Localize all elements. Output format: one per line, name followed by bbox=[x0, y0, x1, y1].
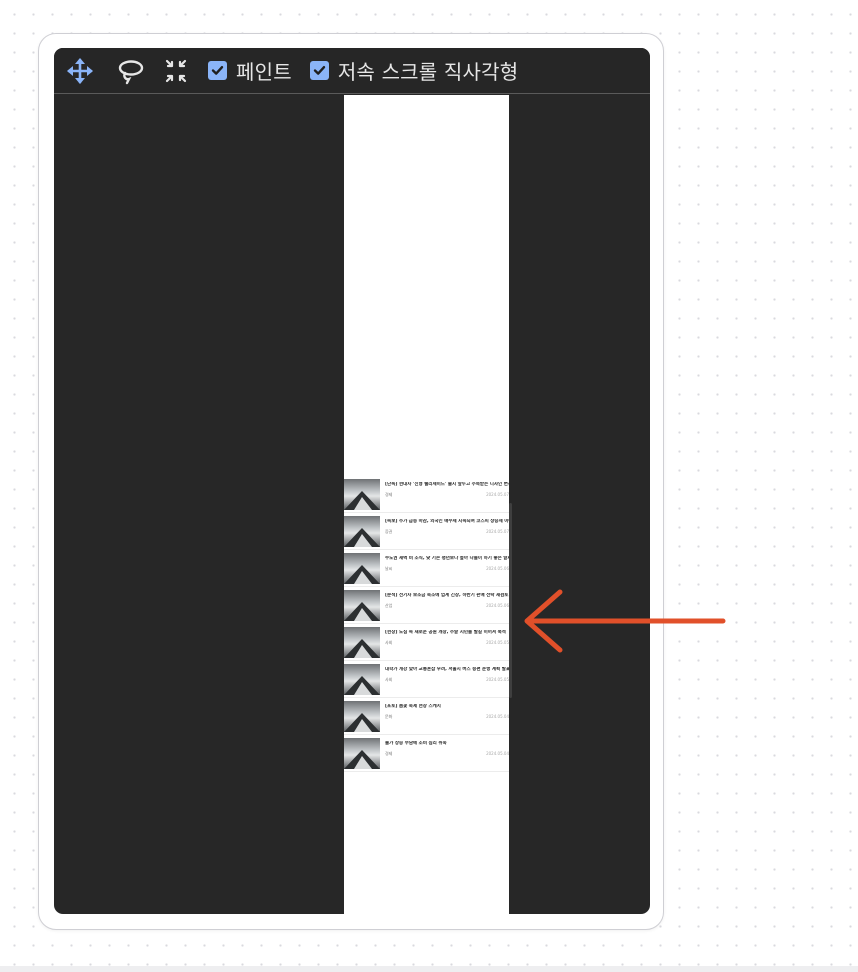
item-date: 2024.05.04 bbox=[486, 751, 509, 756]
list-item[interactable]: 대학가 개강 맞아 교통혼잡 우려, 서울시 버스 증편 운행 계획 발표 사회… bbox=[344, 661, 509, 698]
lasso-icon bbox=[118, 59, 144, 84]
thumbnail-image bbox=[344, 738, 380, 769]
item-title: 수도권 새벽 비 소식, 낮 기온 평년보다 높아 나들이 하기 좋은 날씨 전… bbox=[385, 556, 509, 561]
item-category: 사회 bbox=[385, 677, 393, 682]
preview-scrollbar[interactable] bbox=[509, 503, 512, 698]
move-tool-button[interactable] bbox=[66, 57, 94, 85]
item-category: 경제 bbox=[385, 751, 393, 756]
list-item[interactable]: [분석] 전기차 보조금 축소에 업계 긴장, 하반기 판매 전략 재검토 착수… bbox=[344, 587, 509, 624]
item-title: 대학가 개강 맞아 교통혼잡 우려, 서울시 버스 증편 운행 계획 발표 bbox=[385, 667, 509, 672]
list-item[interactable]: 수도권 새벽 비 소식, 낮 기온 평년보다 높아 나들이 하기 좋은 날씨 전… bbox=[344, 550, 509, 587]
annotation-arrow-icon bbox=[524, 589, 726, 653]
checkmark-icon bbox=[313, 66, 326, 75]
item-category: 날씨 bbox=[385, 566, 393, 571]
item-title: [현장] 도심 속 새로운 공원 개장, 주말 시민들 발길 이어져 북적 bbox=[385, 630, 506, 635]
thumbnail-image bbox=[344, 627, 380, 658]
thumbnail-image bbox=[344, 553, 380, 584]
lasso-tool-button[interactable] bbox=[116, 57, 146, 85]
item-date: 2024.05.05 bbox=[486, 677, 509, 682]
item-date: 2024.05.05 bbox=[486, 640, 509, 645]
thumbnail-image bbox=[344, 664, 380, 695]
item-title: [단독] 현대차 '신형 팰리세이드' 출시 앞두고 주목받는 디자인 변경 사… bbox=[385, 482, 509, 487]
move-icon bbox=[67, 57, 93, 84]
list-item[interactable]: [단독] 현대차 '신형 팰리세이드' 출시 앞두고 주목받는 디자인 변경 사… bbox=[344, 476, 509, 513]
capture-panel: 페인트 저속 스크롤 직사각형 [단독] 현대차 '신형 팰리세이드' 출시 앞… bbox=[54, 48, 650, 914]
capture-toolbar: 페인트 저속 스크롤 직사각형 bbox=[54, 48, 650, 94]
item-date: 2024.05.07 bbox=[486, 529, 509, 534]
item-category: 산업 bbox=[385, 603, 393, 608]
item-date: 2024.05.04 bbox=[486, 714, 509, 719]
thumbnail-image bbox=[344, 479, 380, 510]
list-item[interactable]: [포토] 봄꽃 축제 현장 스케치 문화 2024.05.04 bbox=[344, 698, 509, 735]
paint-toggle[interactable]: 페인트 bbox=[208, 56, 292, 85]
thumbnail-image bbox=[344, 516, 380, 547]
item-date: 2024.05.06 bbox=[486, 603, 509, 608]
news-list: [단독] 현대차 '신형 팰리세이드' 출시 앞두고 주목받는 디자인 변경 사… bbox=[344, 476, 509, 772]
item-title: [포토] 봄꽃 축제 현장 스케치 bbox=[385, 704, 441, 709]
item-date: 2024.05.07 bbox=[486, 492, 509, 497]
collapse-tool-button[interactable] bbox=[164, 57, 188, 85]
item-title: [분석] 전기차 보조금 축소에 업계 긴장, 하반기 판매 전략 재검토 착수 bbox=[385, 593, 509, 598]
scroll-capture-checkbox[interactable] bbox=[309, 61, 329, 80]
thumbnail-image bbox=[344, 701, 380, 732]
list-item[interactable]: [속보] 주가 급등 마감, 외국인 매수세 지속되며 코스피 상승세 이어가 … bbox=[344, 513, 509, 550]
scroll-capture-toggle[interactable]: 저속 스크롤 직사각형 bbox=[309, 56, 519, 85]
list-item[interactable]: 물가 상승 부담에 소비 심리 위축 경제 2024.05.04 bbox=[344, 735, 509, 772]
collapse-icon bbox=[165, 59, 187, 82]
item-title: [속보] 주가 급등 마감, 외국인 매수세 지속되며 코스피 상승세 이어가 bbox=[385, 519, 509, 524]
paint-label: 페인트 bbox=[236, 60, 292, 84]
bottom-strip bbox=[0, 966, 858, 972]
thumbnail-image bbox=[344, 590, 380, 621]
checkmark-icon bbox=[211, 66, 224, 75]
list-item[interactable]: [현장] 도심 속 새로운 공원 개장, 주말 시민들 발길 이어져 북적 사회… bbox=[344, 624, 509, 661]
scroll-capture-label: 저속 스크롤 직사각형 bbox=[337, 60, 519, 84]
captured-page-preview: [단독] 현대차 '신형 팰리세이드' 출시 앞두고 주목받는 디자인 변경 사… bbox=[344, 95, 509, 914]
paint-checkbox[interactable] bbox=[208, 61, 227, 80]
item-category: 경제 bbox=[385, 492, 393, 497]
item-date: 2024.05.06 bbox=[486, 566, 509, 571]
item-category: 증권 bbox=[385, 529, 393, 534]
item-category: 문화 bbox=[385, 714, 393, 719]
item-category: 사회 bbox=[385, 640, 393, 645]
item-title: 물가 상승 부담에 소비 심리 위축 bbox=[385, 741, 447, 746]
